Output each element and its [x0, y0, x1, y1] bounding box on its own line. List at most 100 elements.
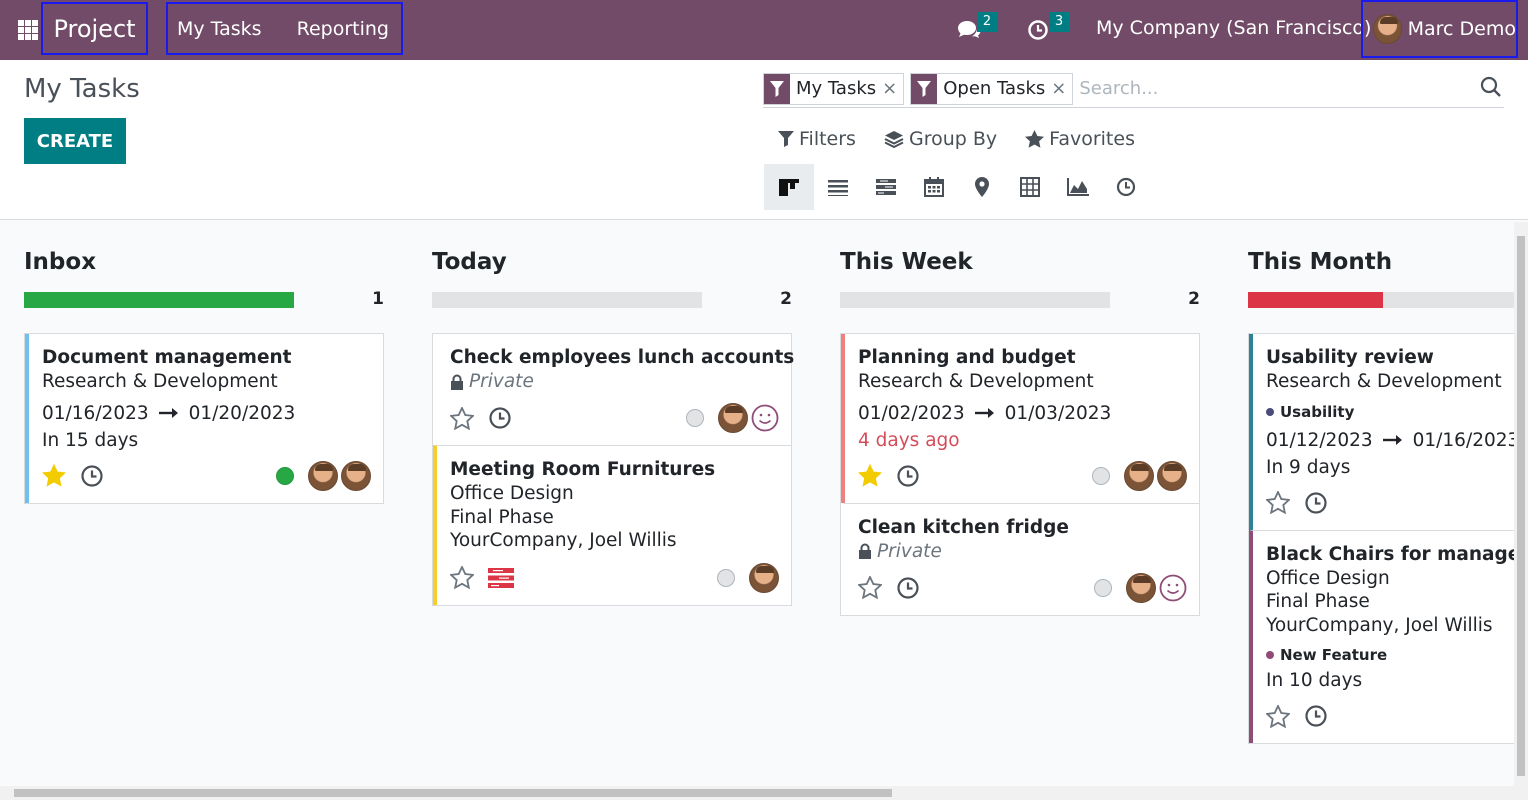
- star-outline-icon[interactable]: [450, 406, 474, 430]
- clock-icon[interactable]: [1304, 704, 1328, 728]
- area-chart-icon: [1067, 178, 1089, 196]
- column-title[interactable]: This Week: [840, 249, 973, 275]
- column-count: 1: [372, 289, 384, 309]
- task-card[interactable]: Clean kitchen fridge Private: [841, 502, 1199, 615]
- list-view-button[interactable]: [814, 164, 862, 210]
- app-brand[interactable]: Project: [41, 2, 148, 55]
- view-switcher: [764, 164, 1150, 210]
- date-start: 01/02/2023: [858, 402, 965, 424]
- task-card[interactable]: Planning and budget Research & Developme…: [841, 334, 1199, 503]
- user-name: Marc Demo: [1407, 18, 1516, 40]
- task-tag: Usability: [1266, 403, 1528, 421]
- column-progress-bar[interactable]: [24, 292, 294, 308]
- assignee-avatar: [749, 562, 779, 593]
- kanban-state-indicator[interactable]: [276, 466, 294, 485]
- scrollbar-thumb[interactable]: [14, 789, 892, 797]
- filters-button[interactable]: Filters: [778, 128, 856, 150]
- star-outline-icon[interactable]: [1266, 704, 1290, 728]
- column-progress-bar[interactable]: [432, 292, 702, 308]
- kanban-state-indicator[interactable]: [717, 568, 735, 587]
- task-card[interactable]: Usability review Research & Development …: [1249, 334, 1528, 530]
- column-title[interactable]: Today: [432, 249, 507, 275]
- kanban-state-indicator[interactable]: [1094, 578, 1112, 597]
- column-title[interactable]: Inbox: [24, 249, 96, 275]
- star-outline-icon[interactable]: [1266, 491, 1290, 514]
- private-label: Private: [877, 540, 942, 562]
- map-pin-icon: [975, 177, 989, 197]
- task-dates: 01/02/2023 01/03/2023: [858, 403, 1187, 424]
- messages-count-badge: 2: [977, 12, 997, 32]
- task-project: Office Design: [450, 483, 574, 504]
- column-count: 2: [780, 289, 792, 309]
- facet-remove-icon[interactable]: ×: [882, 74, 903, 104]
- company-switcher[interactable]: My Company (San Francisco): [1096, 17, 1371, 39]
- clock-icon[interactable]: [896, 576, 920, 600]
- star-icon[interactable]: [42, 464, 66, 487]
- group-by-button[interactable]: Group By: [884, 128, 997, 150]
- kanban-state-indicator[interactable]: [1092, 466, 1110, 485]
- scrollbar-thumb[interactable]: [1517, 236, 1525, 776]
- star-outline-icon[interactable]: [858, 576, 882, 599]
- clock-icon[interactable]: [896, 464, 920, 488]
- horizontal-scrollbar[interactable]: [0, 786, 1528, 800]
- assignee-avatar: [1124, 460, 1154, 491]
- tag-label: Usability: [1280, 402, 1355, 421]
- kanban-view-button[interactable]: [764, 164, 814, 210]
- list-icon: [828, 180, 848, 196]
- clock-icon[interactable]: [80, 464, 104, 488]
- task-title: Usability review: [1266, 347, 1434, 368]
- search-input[interactable]: [1079, 78, 1504, 99]
- favorites-button[interactable]: Favorites: [1025, 128, 1135, 150]
- task-card[interactable]: Check employees lunch accounts Private: [433, 334, 794, 445]
- create-button[interactable]: CREATE: [24, 118, 126, 164]
- facet-remove-icon[interactable]: ×: [1051, 74, 1072, 104]
- filter-icon: [764, 73, 790, 104]
- task-project: Office Design: [1266, 567, 1390, 589]
- graph-view-button[interactable]: [1054, 164, 1102, 210]
- task-project: Research & Development: [858, 371, 1094, 392]
- messages-button[interactable]: 2: [955, 12, 997, 44]
- task-title: Clean kitchen fridge: [858, 516, 1069, 538]
- menu-item-my-tasks[interactable]: My Tasks: [168, 18, 271, 40]
- task-private: Private: [858, 540, 1187, 563]
- task-card[interactable]: Document management Research & Developme…: [25, 334, 383, 503]
- date-end: 01/16/2023: [1412, 429, 1520, 451]
- gantt-red-icon[interactable]: [488, 567, 514, 589]
- filters-label: Filters: [799, 128, 856, 150]
- column-progress-bar[interactable]: [840, 292, 1110, 308]
- search-icon[interactable]: [1480, 76, 1504, 100]
- column-cards: Usability review Research & Development …: [1248, 333, 1528, 744]
- filter-icon: [911, 73, 938, 104]
- layers-icon: [884, 131, 904, 148]
- activity-view-button[interactable]: [1102, 164, 1150, 210]
- gantt-view-button[interactable]: [862, 164, 910, 210]
- menu-item-reporting[interactable]: Reporting: [288, 18, 398, 40]
- assignee-avatar: [718, 403, 748, 433]
- arrow-right-icon: [974, 403, 995, 424]
- clock-icon[interactable]: [488, 406, 512, 430]
- calendar-view-button[interactable]: [910, 164, 958, 210]
- vertical-scrollbar[interactable]: [1514, 222, 1528, 788]
- task-card[interactable]: Meeting Room Furnitures Office Design Fi…: [433, 445, 791, 605]
- apps-grid-icon[interactable]: [18, 20, 38, 40]
- pivot-view-button[interactable]: [1006, 164, 1054, 210]
- user-menu[interactable]: Marc Demo: [1361, 0, 1518, 58]
- task-stage: Final Phase: [1266, 591, 1370, 612]
- task-tag: New Feature: [1266, 646, 1528, 664]
- task-card[interactable]: Black Chairs for managers Office Design …: [1249, 529, 1528, 743]
- activities-count-badge: 3: [1049, 12, 1069, 32]
- kanban-state-indicator[interactable]: [686, 409, 704, 427]
- clock-icon[interactable]: [1304, 491, 1328, 515]
- gantt-icon: [876, 179, 896, 195]
- star-icon[interactable]: [858, 464, 882, 487]
- card-footer: [450, 403, 779, 433]
- date-end: 01/03/2023: [1004, 402, 1112, 424]
- activities-button[interactable]: 3: [1027, 12, 1069, 44]
- search-facet-open-tasks: Open Tasks ×: [910, 72, 1074, 105]
- map-view-button[interactable]: [958, 164, 1006, 210]
- search-facet-my-tasks: My Tasks ×: [763, 72, 905, 105]
- star-outline-icon[interactable]: [450, 566, 474, 589]
- card-footer: [1266, 488, 1528, 518]
- column-progress-bar[interactable]: [1248, 292, 1518, 308]
- column-title[interactable]: This Month: [1248, 249, 1392, 275]
